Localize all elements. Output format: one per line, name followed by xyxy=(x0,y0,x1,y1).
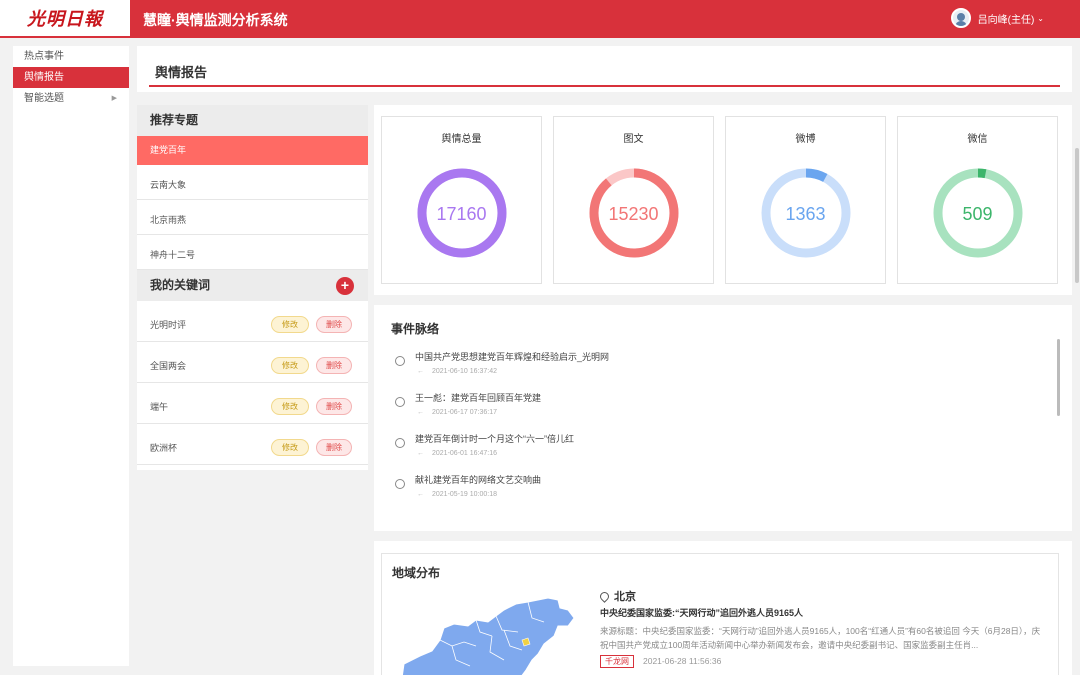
region-card: 地域分布 北京 中央纪委国家监委:“天网行动”追回外逃人员9165人 来源标题：… xyxy=(381,553,1059,675)
page-header: 舆情报告 xyxy=(137,46,1072,92)
location-label: 北京 xyxy=(598,588,636,604)
page-title: 舆情报告 xyxy=(155,65,208,80)
logo[interactable]: 光明日報 xyxy=(0,0,130,38)
timeline-item-title[interactable]: 中国共产党思想建党百年辉煌和经验启示_光明网 xyxy=(415,350,1051,364)
user-menu[interactable]: 吕向峰(主任) ⌄ xyxy=(950,8,1044,28)
keyword-row: 光明时评 修改 删除 xyxy=(137,307,368,342)
keywords-heading: 我的关键词 + xyxy=(137,270,368,301)
keyword-row: 全国两会 修改 删除 xyxy=(137,348,368,383)
edit-keyword-button[interactable]: 修改 xyxy=(271,316,309,333)
timeline-item-time: 2021-06-17 07:36:17 xyxy=(415,405,1051,421)
stat-label: 舆情总量 xyxy=(441,134,482,145)
timeline-item[interactable]: 建党百年倒计时一个月这个“六一”倍儿红 2021-06-01 16:47:16 xyxy=(391,432,1051,473)
event-timeline-panel: 事件脉络 中国共产党思想建党百年辉煌和经验启示_光明网 2021-06-10 1… xyxy=(374,305,1072,531)
delete-keyword-button[interactable]: 删除 xyxy=(316,398,352,415)
location-pin-icon xyxy=(598,589,611,603)
timeline-dot-icon xyxy=(395,438,405,448)
stat-label: 微信 xyxy=(967,134,988,145)
topic-item[interactable]: 云南大象 xyxy=(137,171,368,200)
sidebar-nav: 热点事件 舆情报告 智能选题 ▶ xyxy=(13,46,129,666)
news-summary: 来源标题：中央纪委国家监委：“天网行动”追回外逃人员9165人，100名“红通人… xyxy=(600,626,1041,650)
timeline-dot-icon xyxy=(395,479,405,489)
timeline-dot-icon xyxy=(395,397,405,407)
timeline-item-title[interactable]: 建党百年倒计时一个月这个“六一”倍儿红 xyxy=(415,432,1051,446)
page-scrollbar[interactable] xyxy=(1075,148,1079,283)
region-panel: 地域分布 北京 中央纪委国家监委:“天网行动”追回外逃人员9165人 来源标题：… xyxy=(374,541,1072,675)
timeline-item[interactable]: 王一彪：建党百年回顾百年党建 2021-06-17 07:36:17 xyxy=(391,391,1051,432)
keyword-label: 欧洲杯 xyxy=(150,442,178,453)
topic-item[interactable]: 建党百年 xyxy=(137,136,368,165)
timeline-item-time: 2021-05-19 10:00:18 xyxy=(415,487,1051,503)
system-title: 慧瞳·舆情监测分析系统 xyxy=(143,12,288,28)
region-title: 地域分布 xyxy=(392,566,441,580)
keyword-label: 光明时评 xyxy=(150,319,187,330)
stats-panel: 舆情总量 17160 图文 15230 微博 1363 微信 509 xyxy=(374,105,1072,295)
keyword-label: 端午 xyxy=(150,401,169,412)
china-map[interactable] xyxy=(392,596,582,675)
logo-text: 光明日報 xyxy=(27,9,103,30)
timeline-item[interactable]: 中国共产党思想建党百年辉煌和经验启示_光明网 2021-06-10 16:37:… xyxy=(391,350,1051,391)
stat-card-wechat[interactable]: 微信 509 xyxy=(897,116,1058,284)
delete-keyword-button[interactable]: 删除 xyxy=(316,439,352,456)
stat-value: 1363 xyxy=(785,204,826,224)
delete-keyword-button[interactable]: 删除 xyxy=(316,357,352,374)
news-source-badge: 千龙网 xyxy=(600,655,634,668)
keywords-heading-label: 我的关键词 xyxy=(150,278,211,292)
stat-label: 微博 xyxy=(795,134,816,145)
timeline-item[interactable]: 献礼建党百年的网络文艺交响曲 2021-05-19 10:00:18 xyxy=(391,473,1051,514)
stat-label: 图文 xyxy=(623,134,644,145)
timeline-dot-icon xyxy=(395,356,405,366)
recommended-topics-heading: 推荐专题 xyxy=(137,105,368,136)
stat-value: 15230 xyxy=(608,204,659,224)
keyword-row: 端午 修改 删除 xyxy=(137,389,368,424)
chevron-down-icon: ⌄ xyxy=(1037,13,1044,23)
stat-card-graphic[interactable]: 图文 15230 xyxy=(553,116,714,284)
news-title[interactable]: 中央纪委国家监委:“天网行动”追回外逃人员9165人 xyxy=(600,606,803,619)
user-name: 吕向峰(主任) xyxy=(977,14,1035,26)
news-time: 2021-06-28 11:56:36 xyxy=(643,656,722,666)
timeline-list[interactable]: 中国共产党思想建党百年辉煌和经验启示_光明网 2021-06-10 16:37:… xyxy=(391,350,1051,520)
edit-keyword-button[interactable]: 修改 xyxy=(271,357,309,374)
edit-keyword-button[interactable]: 修改 xyxy=(271,398,309,415)
sidebar-item-reports[interactable]: 舆情报告 xyxy=(13,67,129,88)
top-header: 光明日報 慧瞳·舆情监测分析系统 吕向峰(主任) ⌄ xyxy=(0,0,1080,38)
timeline-item-title[interactable]: 王一彪：建党百年回顾百年党建 xyxy=(415,391,1051,405)
avatar xyxy=(950,8,971,28)
timeline-item-time: 2021-06-01 16:47:16 xyxy=(415,446,1051,462)
timeline-item-time: 2021-06-10 16:37:42 xyxy=(415,364,1051,380)
timeline-scrollbar[interactable] xyxy=(1057,339,1060,416)
title-underline xyxy=(149,85,1060,87)
location-name: 北京 xyxy=(614,591,636,603)
sidebar-item-label: 智能选题 xyxy=(24,93,64,104)
chevron-right-icon: ▶ xyxy=(111,95,117,102)
add-keyword-button[interactable]: + xyxy=(336,277,354,295)
topic-item[interactable]: 北京雨燕 xyxy=(137,206,368,235)
edit-keyword-button[interactable]: 修改 xyxy=(271,439,309,456)
timeline-title: 事件脉络 xyxy=(391,322,440,336)
keyword-row: 欧洲杯 修改 删除 xyxy=(137,430,368,465)
delete-keyword-button[interactable]: 删除 xyxy=(316,316,352,333)
topics-panel: 推荐专题 建党百年 云南大象 北京雨燕 神舟十二号 我的关键词 + 光明时评 修… xyxy=(137,105,368,470)
sidebar-item-label: 舆情报告 xyxy=(24,72,64,83)
sidebar-item-hot-events[interactable]: 热点事件 xyxy=(13,46,129,67)
stat-card-weibo[interactable]: 微博 1363 xyxy=(725,116,886,284)
sidebar-item-smart-topics[interactable]: 智能选题 ▶ xyxy=(13,88,129,109)
stat-value: 17160 xyxy=(436,204,487,224)
stat-value: 509 xyxy=(962,204,993,224)
sidebar-item-label: 热点事件 xyxy=(24,51,64,62)
map-region-shape xyxy=(401,597,575,675)
topic-item[interactable]: 神舟十二号 xyxy=(137,241,368,270)
keyword-label: 全国两会 xyxy=(150,360,187,371)
timeline-item-title[interactable]: 献礼建党百年的网络文艺交响曲 xyxy=(415,473,1051,487)
stat-card-total[interactable]: 舆情总量 17160 xyxy=(381,116,542,284)
